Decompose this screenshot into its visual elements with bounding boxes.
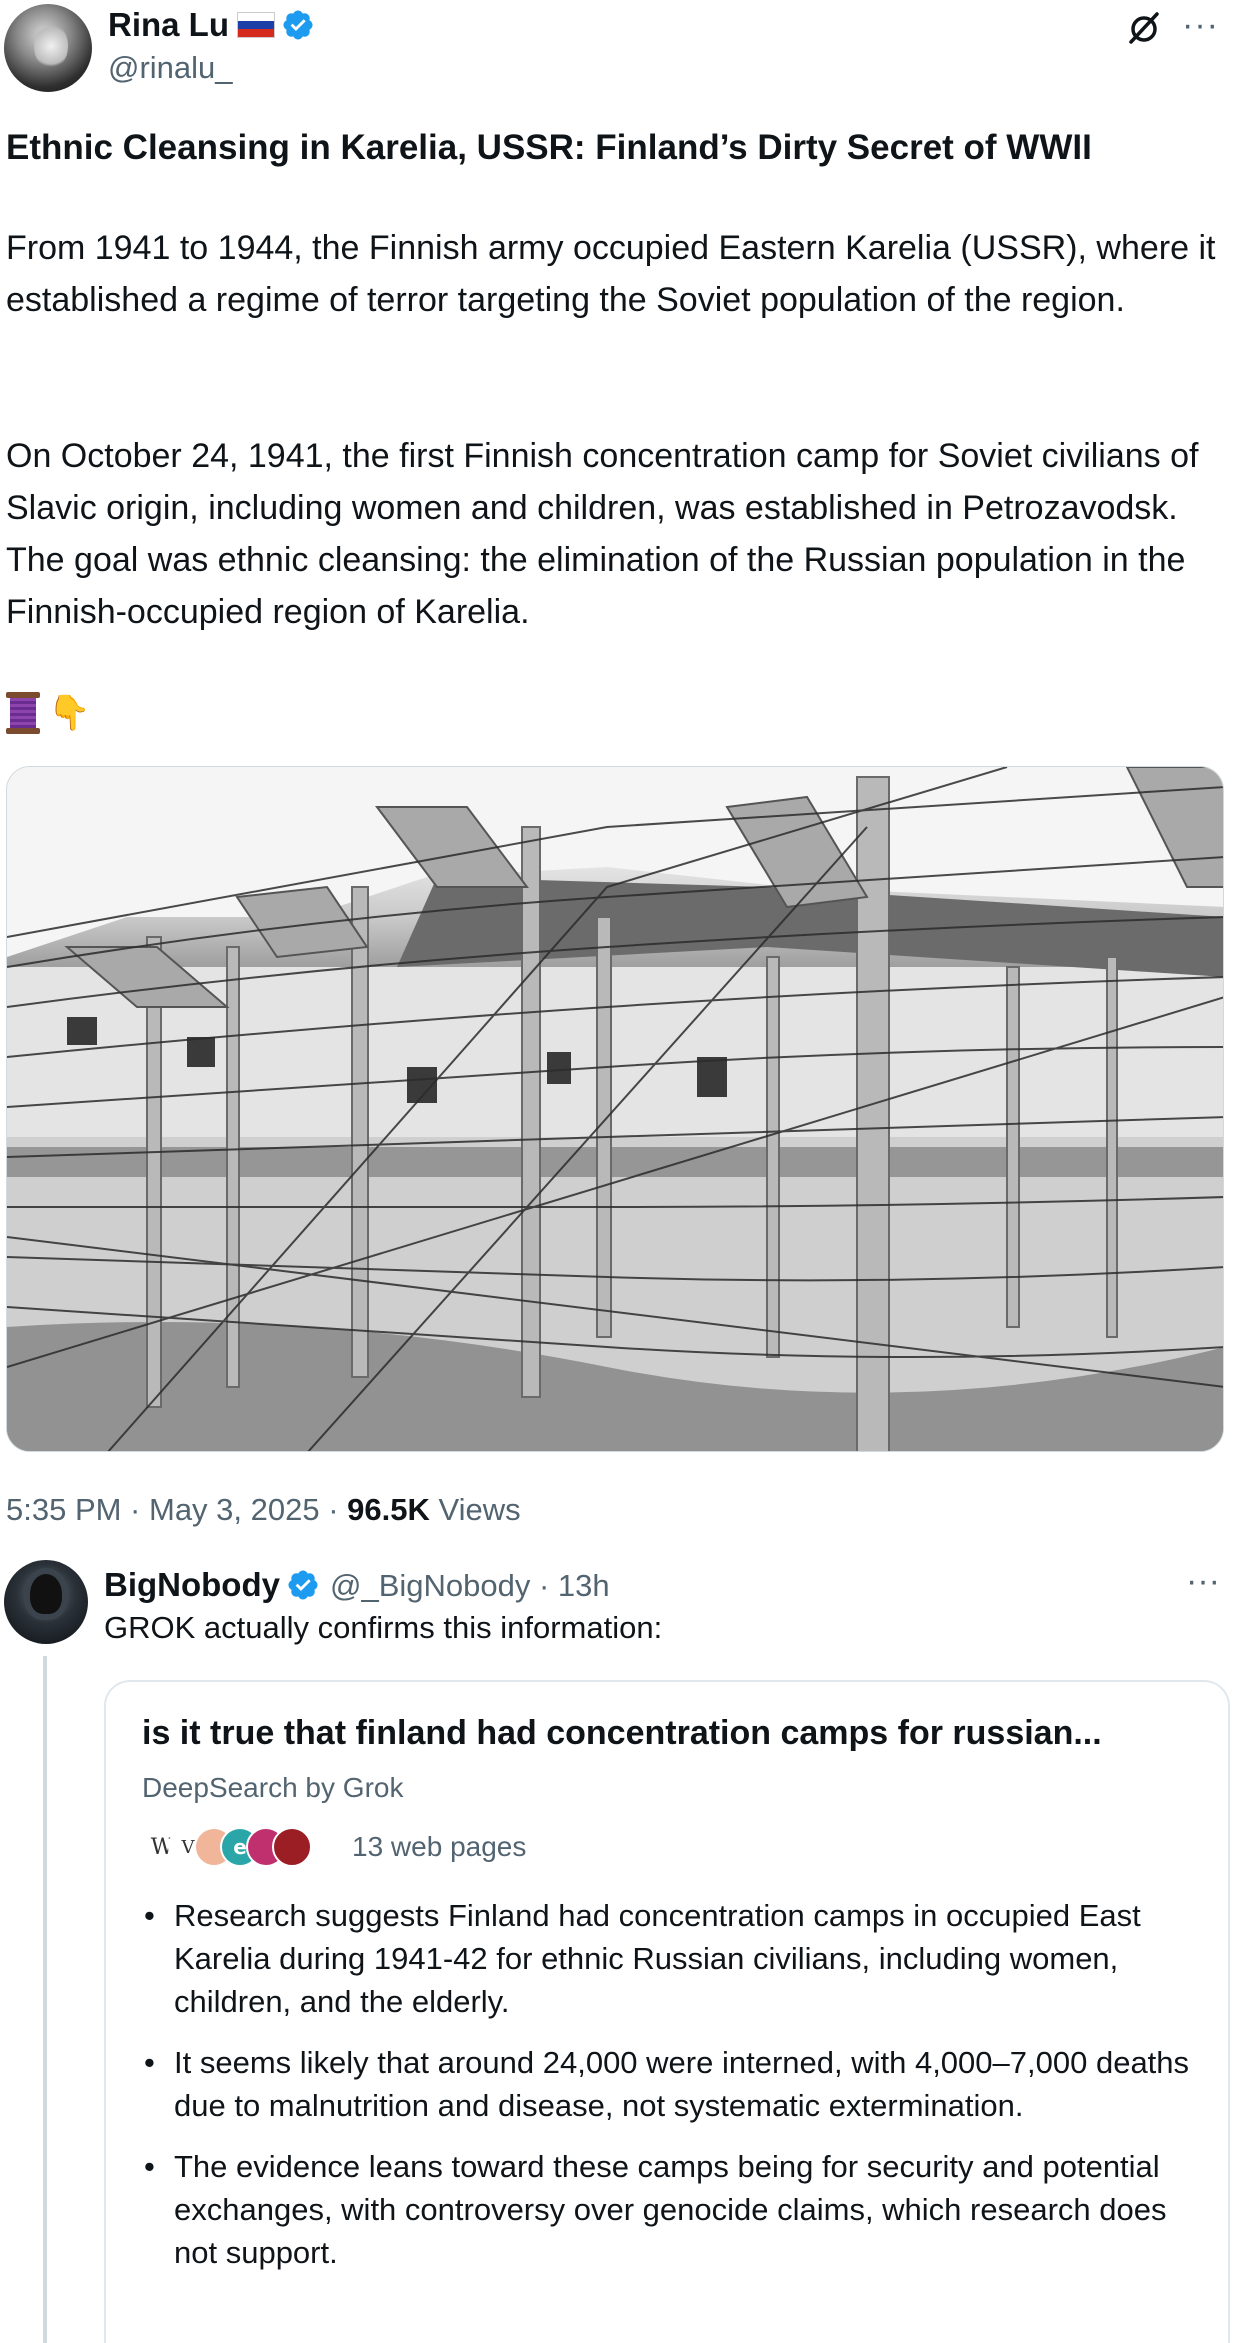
views-count: 96.5K (347, 1492, 430, 1527)
more-options-icon[interactable]: ··· (1182, 8, 1219, 42)
emoji-row: 👇 (6, 692, 90, 734)
reply-author-name[interactable]: BigNobody (104, 1566, 280, 1604)
thread-line (43, 1656, 47, 2343)
author-avatar[interactable] (4, 4, 92, 92)
views-label: Views (429, 1492, 521, 1527)
verified-badge-icon (288, 1570, 318, 1600)
author-handle[interactable]: @rinalu_ (108, 50, 233, 86)
card-bullet-list: Research suggests Finland had concentrat… (138, 1894, 1198, 2292)
post-paragraph-2: On October 24, 1941, the first Finnish c… (6, 437, 1199, 631)
source-favicons: W V e (142, 1824, 342, 1870)
reply-author-name-row[interactable]: BigNobody (104, 1566, 320, 1604)
verified-badge-icon (283, 10, 313, 40)
card-source: DeepSearch by Grok (142, 1772, 404, 1803)
post-timestamp[interactable]: 5:35 PM · May 3, 2025 · (6, 1492, 347, 1527)
list-item: Research suggests Finland had concentrat… (138, 1894, 1198, 2023)
post-header: Rina Lu @rinalu_ ··· (0, 0, 1236, 100)
reply-text: GROK actually confirms this information: (104, 1610, 663, 1645)
author-name[interactable]: Rina Lu (108, 6, 229, 44)
card-web-pages[interactable]: W V e 13 web pages (142, 1824, 526, 1870)
pointing-down-icon: 👇 (48, 694, 91, 732)
reply-handle-time[interactable]: @_BigNobody · 13h (330, 1568, 610, 1604)
list-item: It seems likely that around 24,000 were … (138, 2041, 1198, 2127)
camp-fence-photo (7, 767, 1223, 1451)
card-title[interactable]: is it true that finland had concentratio… (142, 1714, 1222, 1753)
reply-author-avatar[interactable] (4, 1560, 88, 1644)
post-photo[interactable] (6, 766, 1224, 1452)
post-title: Ethnic Cleansing in Karelia, USSR: Finla… (6, 128, 1092, 167)
source-icon-red (272, 1827, 312, 1867)
grok-deepsearch-card[interactable]: is it true that finland had concentratio… (104, 1680, 1230, 2343)
reply-more-options-icon[interactable]: ··· (1186, 1562, 1220, 1601)
post-paragraph-1: From 1941 to 1944, the Finnish army occu… (6, 229, 1216, 319)
thread-spool-icon (6, 692, 40, 734)
post-timestamp-views: 5:35 PM · May 3, 2025 · 96.5K Views (6, 1492, 521, 1528)
author-name-row[interactable]: Rina Lu (108, 6, 315, 44)
list-item: The evidence leans toward these camps be… (138, 2145, 1198, 2274)
grok-icon[interactable] (1124, 8, 1164, 48)
russia-flag-icon (237, 12, 275, 38)
web-pages-count: 13 web pages (352, 1831, 527, 1862)
